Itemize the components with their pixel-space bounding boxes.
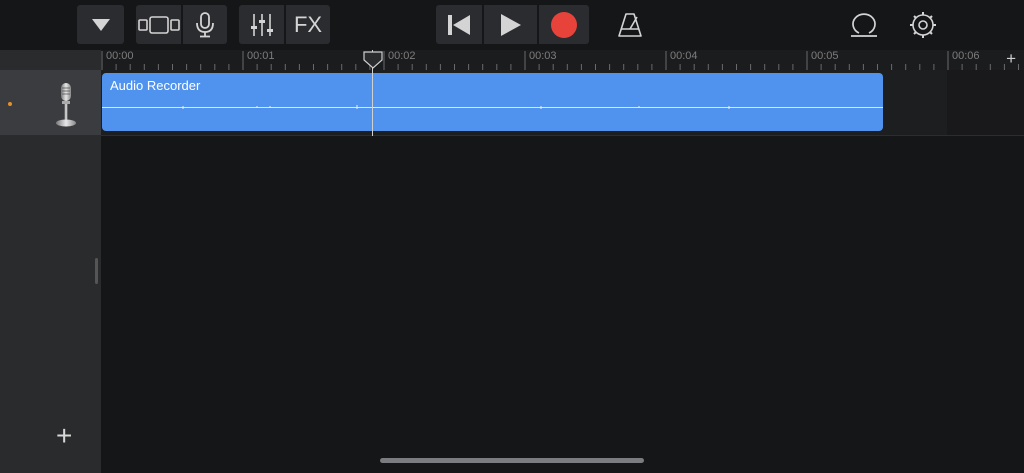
metronome-button[interactable]	[607, 5, 653, 44]
record-button[interactable]	[539, 5, 589, 44]
top-toolbar: FX	[0, 0, 1024, 50]
audio-region[interactable]: Audio Recorder	[102, 73, 883, 131]
loop-browser-button[interactable]	[842, 5, 886, 44]
instrument-mic-button[interactable]	[183, 5, 227, 44]
timeline-ruler[interactable]: 00:00 00:01 00:02 00:03 00:04 00:05 00:0…	[101, 50, 1024, 70]
track-header-audio-recorder[interactable]	[0, 70, 101, 135]
home-indicator	[380, 458, 644, 463]
playhead-handle[interactable]	[363, 51, 383, 69]
settings-gear-icon	[910, 11, 936, 38]
ruler-label: 00:05	[811, 50, 839, 62]
rewind-to-start-icon	[448, 14, 470, 35]
add-section-button[interactable]: +	[1006, 50, 1016, 68]
track-selected-dot	[8, 102, 12, 106]
ruler-ticks	[101, 51, 1019, 70]
loop-icon	[851, 12, 877, 37]
mix-group: FX	[239, 5, 330, 44]
browser-dropdown-button[interactable]	[77, 5, 124, 44]
track-controls-button[interactable]	[239, 5, 284, 44]
ruler-label: 00:02	[388, 50, 416, 62]
ruler-label: 00:06	[952, 50, 980, 62]
lane-end-area	[947, 70, 1024, 135]
ruler-label: 00:04	[670, 50, 698, 62]
mixer-sliders-icon	[250, 13, 273, 36]
play-icon	[500, 13, 521, 36]
metronome-icon	[618, 12, 642, 37]
ruler-label: 00:03	[529, 50, 557, 62]
microphone-icon	[196, 11, 214, 37]
ruler-label: 00:01	[247, 50, 275, 62]
play-button[interactable]	[484, 5, 537, 44]
track-view-button[interactable]	[136, 5, 181, 44]
track-view-icon	[137, 15, 180, 34]
view-group	[136, 5, 227, 44]
microphone-stand-icon	[56, 83, 76, 127]
transport-controls	[436, 5, 589, 44]
resize-handle[interactable]	[95, 258, 98, 284]
settings-button[interactable]	[900, 5, 946, 44]
dropdown-triangle-icon	[91, 18, 110, 31]
fx-button[interactable]: FX	[286, 5, 330, 44]
waveform-peaks	[182, 105, 730, 109]
record-icon	[551, 11, 577, 38]
add-track-button[interactable]: +	[56, 422, 72, 450]
ruler-label: 00:00	[106, 50, 134, 62]
go-to-beginning-button[interactable]	[436, 5, 482, 44]
